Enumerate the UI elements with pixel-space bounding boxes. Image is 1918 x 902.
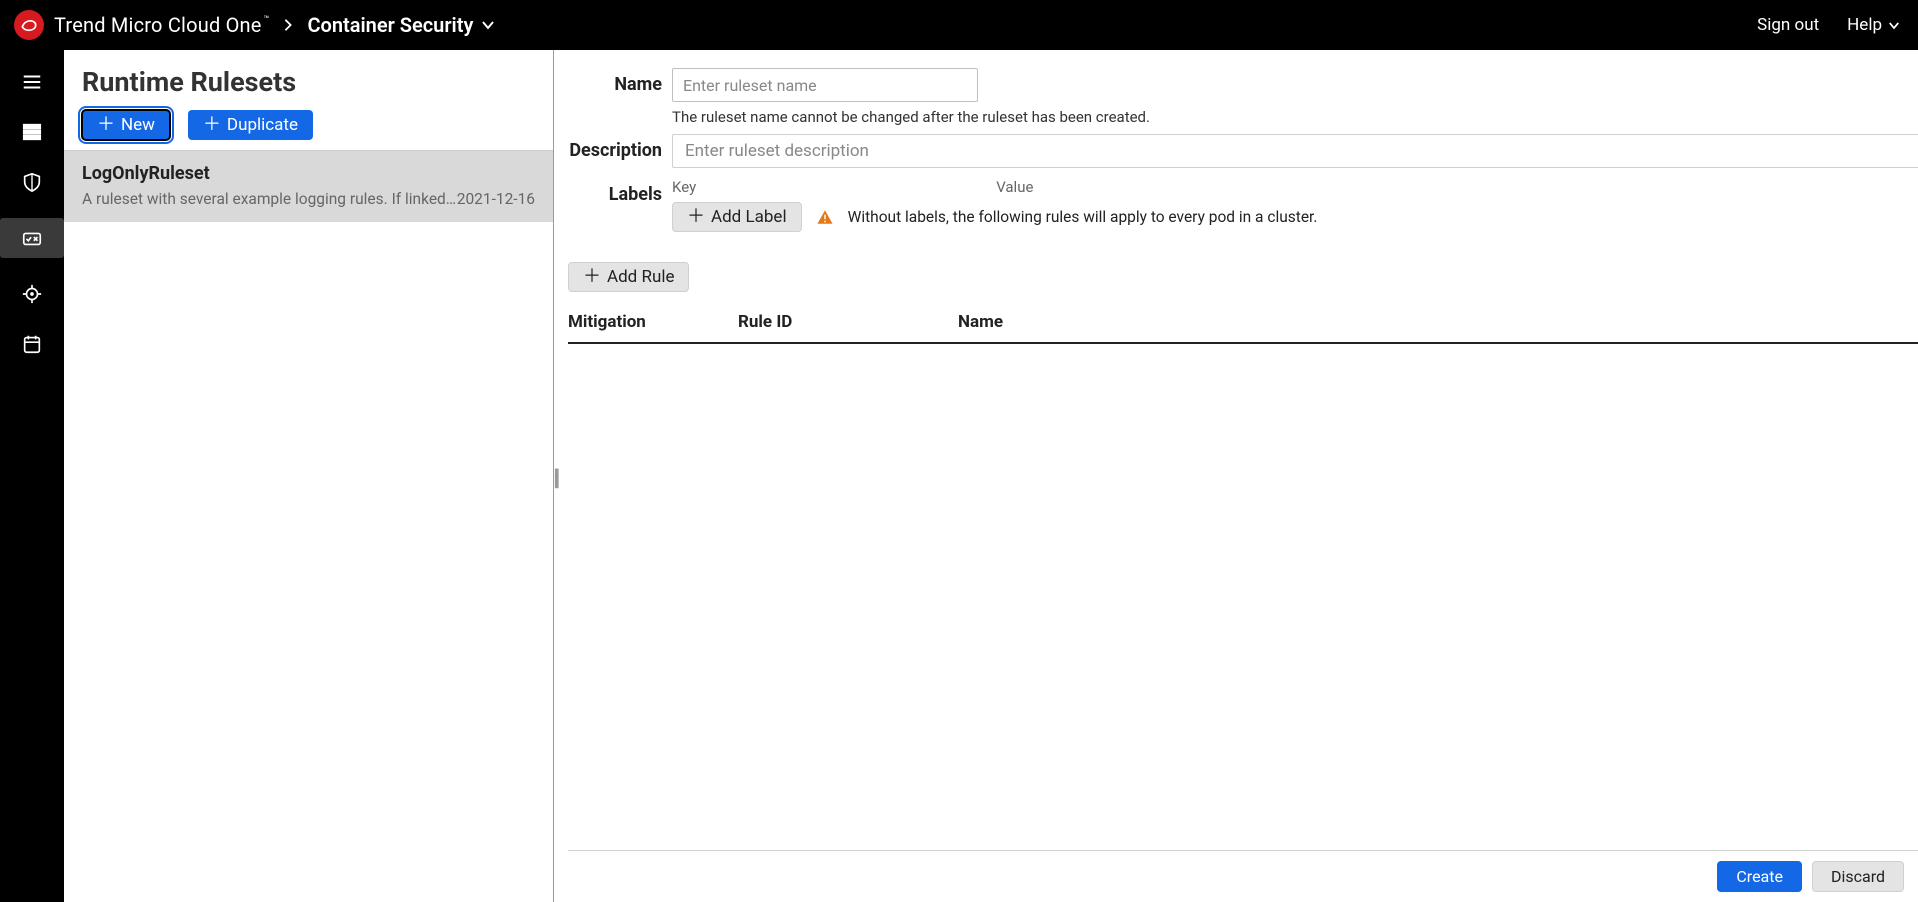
labels-warning-text: Without labels, the following rules will… <box>848 208 1318 226</box>
new-button-label: New <box>121 115 155 135</box>
target-icon <box>21 283 43 305</box>
list-actions: ＋ New ＋ Duplicate <box>64 110 553 140</box>
name-label: Name <box>554 68 672 126</box>
service-name-label: Container Security <box>307 13 473 37</box>
ruleset-list-item[interactable]: LogOnlyRuleset A ruleset with several ex… <box>64 150 553 222</box>
ruleset-subline: A ruleset with several example logging r… <box>82 190 535 208</box>
calendar-icon <box>21 333 43 355</box>
plus-icon: ＋ <box>687 208 705 226</box>
ruleset-name-input[interactable] <box>672 68 978 102</box>
hamburger-icon <box>21 71 43 93</box>
nav-menu-toggle[interactable] <box>14 68 50 96</box>
ruleset-form-panel: Name The ruleset name cannot be changed … <box>554 50 1918 902</box>
nav-item-clusters[interactable] <box>14 118 50 146</box>
service-dropdown[interactable]: Container Security <box>307 13 495 37</box>
nav-item-runtime-rulesets[interactable] <box>0 218 64 258</box>
add-rule-button[interactable]: ＋ Add Rule <box>568 262 689 292</box>
nav-item-events[interactable] <box>14 330 50 358</box>
add-label-button[interactable]: ＋ Add Label <box>672 202 802 232</box>
panel-resize-handle[interactable]: ▮▮▮ <box>554 470 562 488</box>
form-row-name: Name The ruleset name cannot be changed … <box>554 68 1918 126</box>
column-rule-id: Rule ID <box>738 312 958 332</box>
labels-value-header: Value <box>996 178 1033 196</box>
chevron-down-icon <box>481 20 495 30</box>
main-shell: Runtime Rulesets ＋ New ＋ Duplicate LogOn… <box>0 50 1918 902</box>
rules-table-header: Mitigation Rule ID Name <box>568 312 1918 344</box>
plus-icon: ＋ <box>203 116 221 134</box>
top-bar: Trend Micro Cloud One ™ Container Securi… <box>0 0 1918 50</box>
nav-item-policies[interactable] <box>14 168 50 196</box>
ruleset-date: 2021-12-16 <box>457 190 535 208</box>
trademark: ™ <box>264 15 270 25</box>
duplicate-button-label: Duplicate <box>227 115 298 135</box>
page-title: Runtime Rulesets <box>82 66 535 98</box>
add-rule-label: Add Rule <box>607 267 674 287</box>
discard-button[interactable]: Discard <box>1812 861 1904 892</box>
form-row-description: Description <box>554 134 1918 168</box>
stack-icon <box>21 121 43 143</box>
create-button-label: Create <box>1736 867 1783 886</box>
labels-columns: Key Value <box>672 178 1918 196</box>
help-label: Help <box>1847 15 1882 35</box>
help-dropdown[interactable]: Help <box>1847 15 1900 35</box>
breadcrumb-separator <box>283 18 293 32</box>
form-footer: Create Discard <box>568 850 1918 902</box>
new-ruleset-button[interactable]: ＋ New <box>82 110 170 140</box>
warning-icon <box>816 208 834 226</box>
description-label: Description <box>554 134 672 168</box>
ruleset-name: LogOnlyRuleset <box>82 163 535 184</box>
ruleset-description: A ruleset with several example logging r… <box>82 190 456 208</box>
trend-logo-icon <box>19 15 39 35</box>
topbar-right: Sign out Help <box>1757 15 1900 35</box>
chevron-down-icon <box>1888 21 1900 30</box>
checklist-icon <box>21 227 43 249</box>
labels-key-header: Key <box>672 178 696 196</box>
plus-icon: ＋ <box>97 116 115 134</box>
brand-title[interactable]: Trend Micro Cloud One ™ <box>54 13 269 37</box>
duplicate-ruleset-button[interactable]: ＋ Duplicate <box>188 110 313 140</box>
brand-logo <box>14 10 44 40</box>
brand-suffix: Cloud One <box>168 13 262 37</box>
ruleset-list-panel: Runtime Rulesets ＋ New ＋ Duplicate LogOn… <box>64 50 554 902</box>
name-hint: The ruleset name cannot be changed after… <box>672 108 1918 126</box>
chevron-right-icon <box>283 18 293 32</box>
form-row-labels: Labels Key Value ＋ Add Label Without lab… <box>554 178 1918 232</box>
discard-button-label: Discard <box>1831 867 1885 886</box>
left-nav-rail <box>0 50 64 902</box>
nav-item-scans[interactable] <box>14 280 50 308</box>
brand-prefix: Trend Micro <box>54 13 163 37</box>
add-label-label: Add Label <box>711 207 787 227</box>
list-header: Runtime Rulesets <box>64 50 553 108</box>
column-name: Name <box>958 312 1918 332</box>
ruleset-description-input[interactable] <box>672 134 1918 168</box>
plus-icon: ＋ <box>583 268 601 286</box>
shield-icon <box>21 171 43 193</box>
signout-link[interactable]: Sign out <box>1757 15 1819 35</box>
add-label-row: ＋ Add Label Without labels, the followin… <box>672 202 1918 232</box>
create-button[interactable]: Create <box>1717 861 1802 892</box>
add-rule-section: ＋ Add Rule <box>568 262 1918 292</box>
column-mitigation: Mitigation <box>568 312 738 332</box>
labels-label: Labels <box>554 178 672 232</box>
